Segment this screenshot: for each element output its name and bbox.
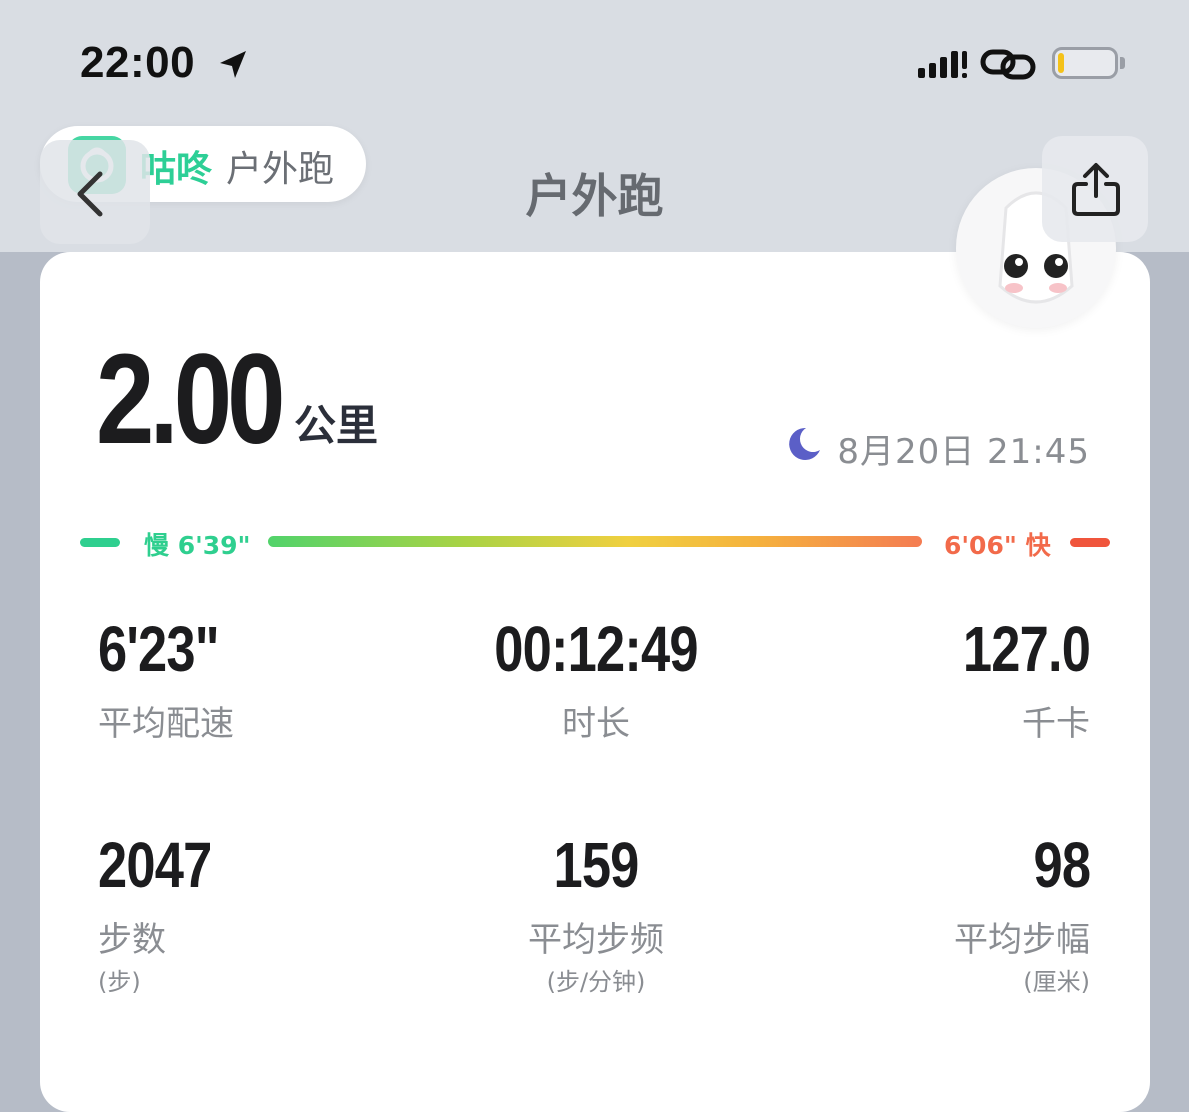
location-arrow-icon [220, 51, 246, 78]
duration-label: 时长 [562, 704, 630, 744]
stride-unit: (厘米) [1023, 968, 1090, 996]
workout-datetime: 8月20日 21:45 [837, 432, 1090, 472]
calories-value: 127.0 [962, 613, 1091, 685]
steps-unit: (步) [98, 968, 141, 996]
avg-pace-value: 6'23" [98, 613, 220, 685]
share-icon [1072, 163, 1120, 216]
moon-icon [789, 427, 820, 460]
pace-slow-label: 慢 6'39" [144, 531, 251, 560]
pace-fast-label: 6'06" 快 [944, 531, 1051, 560]
cadence-unit: (步/分钟) [546, 968, 646, 996]
stride-value: 98 [1033, 829, 1091, 901]
distance-unit: 公里 [294, 401, 379, 450]
cadence-value: 159 [553, 829, 639, 901]
pace-fast-marker [1070, 538, 1110, 547]
duration-value: 00:12:49 [494, 613, 698, 685]
distance-value: 2.00 [96, 328, 286, 471]
share-button[interactable] [1042, 136, 1148, 242]
cadence-label: 平均步频 [528, 920, 664, 960]
calories-label: 千卡 [1022, 704, 1090, 744]
stride-label: 平均步幅 [954, 920, 1090, 960]
pace-slow-marker [80, 538, 120, 547]
pace-gradient-bar [268, 536, 922, 547]
battery-level [1058, 53, 1064, 73]
avg-pace-label: 平均配速 [98, 704, 234, 744]
steps-label: 步数 [98, 920, 166, 960]
link-icon [980, 49, 1036, 80]
battery-icon [1052, 47, 1128, 83]
signal-icon [918, 51, 967, 78]
steps-value: 2047 [98, 829, 212, 901]
status-time: 22:00 [80, 38, 196, 87]
